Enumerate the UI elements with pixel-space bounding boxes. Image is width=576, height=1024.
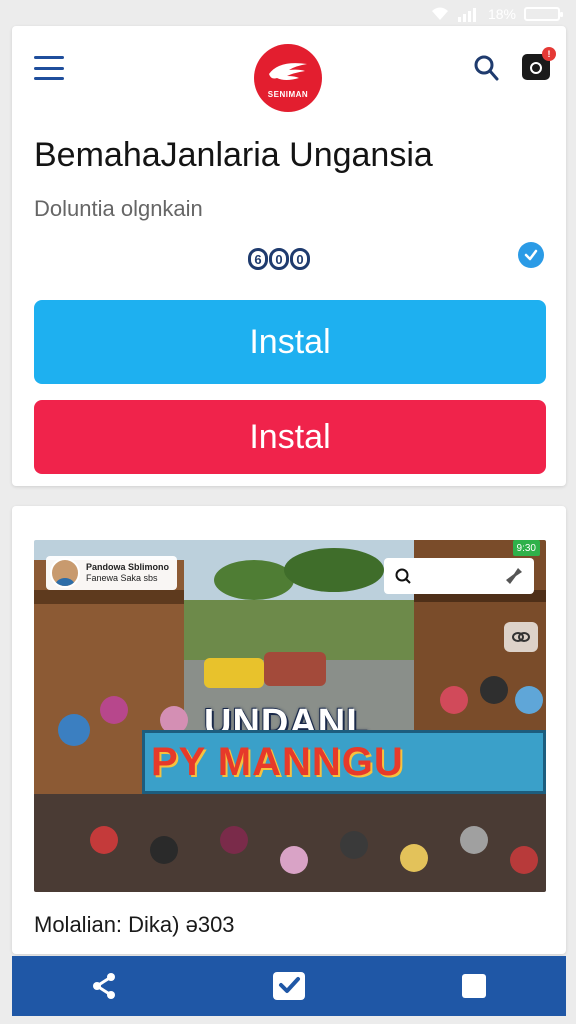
app-title: BemahaJanlaria Ungansia — [34, 136, 433, 174]
rating-digit: 0 — [269, 248, 289, 270]
channel-sub: Fanewa Saka sbs — [86, 573, 158, 583]
install-button-secondary[interactable]: Instal — [34, 400, 546, 474]
bottom-nav — [12, 956, 566, 1016]
banner: PY MANNGU — [142, 730, 546, 794]
rating-digit: 0 — [290, 248, 310, 270]
media-image[interactable]: Pandowa Sblimono Fanewa Saka sbs 9:30 UN… — [34, 540, 546, 892]
search-icon — [395, 568, 411, 584]
rating-badge: 6 0 0 — [248, 248, 310, 270]
wifi-icon — [430, 6, 450, 22]
stop-icon[interactable] — [454, 966, 494, 1006]
app-card: SENIMAN ! BemahaJanlaria Ungansia Dolunt… — [12, 26, 566, 486]
install-button[interactable]: Instal — [34, 300, 546, 384]
battery-icon — [524, 7, 563, 21]
check-icon[interactable] — [269, 966, 309, 1006]
banner-text: PY MANNGU — [151, 739, 404, 784]
channel-name: Pandowa Sblimono — [86, 562, 170, 572]
top-badge: 9:30 — [512, 540, 540, 556]
image-search-bar[interactable] — [384, 558, 534, 594]
verified-check-icon — [518, 242, 544, 268]
share-icon[interactable] — [84, 966, 124, 1006]
logo-text: SENIMAN — [267, 89, 309, 99]
media-card: Pandowa Sblimono Fanewa Saka sbs 9:30 UN… — [12, 506, 566, 954]
media-caption: Molalian: Dika) ə303 — [34, 912, 235, 937]
camera-icon[interactable]: ! — [522, 47, 556, 80]
link-icon[interactable] — [504, 622, 538, 652]
app-subtitle: Doluntia olgnkain — [34, 196, 203, 221]
notification-badge: ! — [542, 47, 556, 61]
menu-icon[interactable] — [34, 56, 64, 80]
channel-chip[interactable]: Pandowa Sblimono Fanewa Saka sbs — [46, 556, 178, 590]
avatar — [50, 558, 80, 588]
search-icon[interactable] — [472, 54, 500, 82]
tool-icon[interactable] — [504, 566, 524, 586]
battery-percent: 18% — [487, 6, 516, 22]
rating-digit: 6 — [248, 248, 268, 270]
signal-icon — [457, 6, 480, 22]
brand-logo[interactable]: SENIMAN — [254, 44, 322, 112]
status-bar: 18% — [0, 0, 576, 28]
wing-icon — [269, 62, 307, 80]
top-app-bar: SENIMAN ! — [12, 26, 566, 116]
